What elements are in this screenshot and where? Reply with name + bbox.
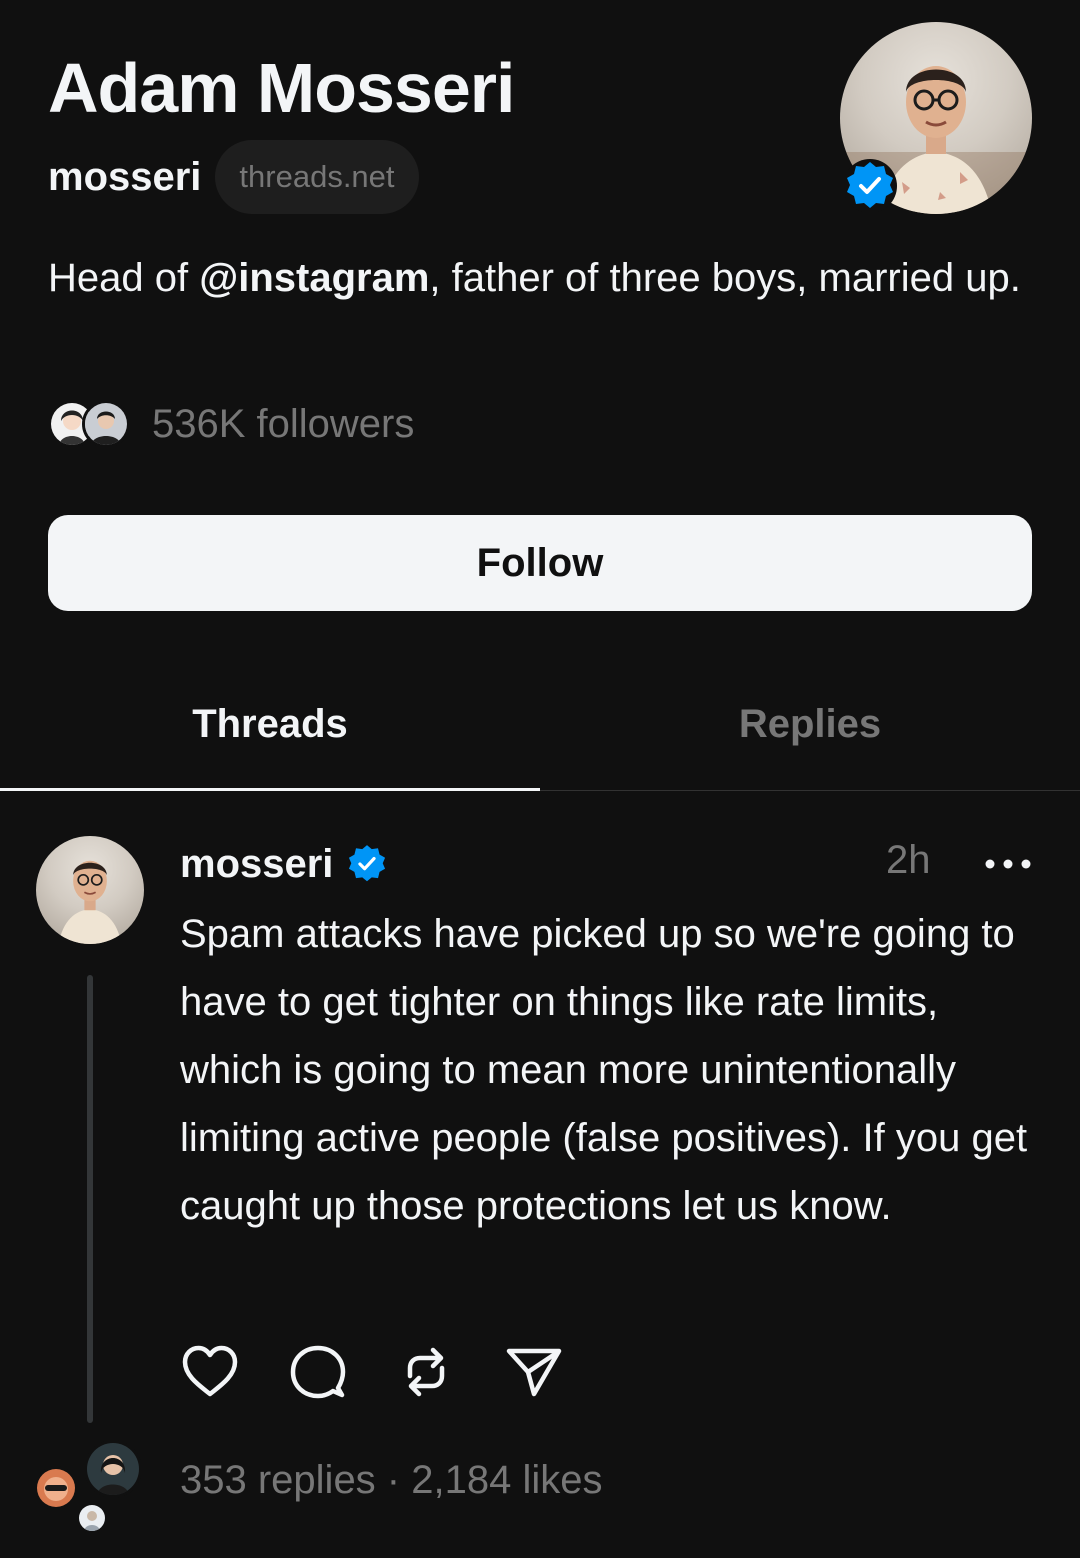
post-actions — [180, 1342, 564, 1402]
reply-avatars[interactable] — [34, 1440, 154, 1540]
heart-icon[interactable] — [180, 1342, 240, 1402]
replier-avatar — [34, 1466, 78, 1510]
replier-avatar — [84, 1440, 142, 1498]
post-stats[interactable]: 353 replies · 2,184 likes — [180, 1458, 602, 1503]
tab-replies[interactable]: Replies — [540, 660, 1080, 788]
followers-row[interactable]: 536K followers — [48, 400, 414, 448]
bio-text-suffix: , father of three boys, married up. — [429, 256, 1021, 300]
comment-bubble-icon[interactable] — [288, 1342, 348, 1402]
follow-button[interactable]: Follow — [48, 515, 1032, 611]
profile-username: mosseri — [48, 154, 202, 199]
followers-count: 536K followers — [152, 401, 415, 446]
bio-mention-link[interactable]: @instagram — [199, 256, 429, 300]
profile-page: Adam Mosseri mosseri threads.net Head of… — [0, 0, 1080, 1558]
send-icon[interactable] — [504, 1342, 564, 1402]
post-body: Spam attacks have picked up so we're goi… — [180, 912, 1028, 1228]
follower-avatar — [82, 400, 130, 448]
profile-name: Adam Mosseri — [48, 49, 515, 127]
tab-threads[interactable]: Threads — [0, 660, 540, 788]
post-timestamp: 2h — [886, 838, 931, 882]
post-username[interactable]: mosseri — [180, 842, 333, 887]
domain-badge[interactable]: threads.net — [215, 140, 419, 214]
more-options-icon[interactable] — [982, 846, 1034, 882]
repost-icon[interactable] — [396, 1342, 456, 1402]
bio-text-prefix: Head of — [48, 256, 200, 300]
thread-connector-line — [87, 975, 93, 1423]
handle-row: mosseri threads.net — [48, 140, 419, 214]
post-author-avatar[interactable] — [36, 836, 144, 944]
verified-badge-icon — [842, 158, 898, 214]
profile-bio: Head of @instagram, father of three boys… — [48, 244, 1028, 312]
active-tab-indicator — [0, 788, 540, 791]
replier-avatar — [76, 1502, 108, 1534]
post-author[interactable]: mosseri — [180, 836, 389, 892]
profile-tabs: Threads Replies — [0, 660, 1080, 792]
verified-badge-icon — [345, 842, 389, 886]
